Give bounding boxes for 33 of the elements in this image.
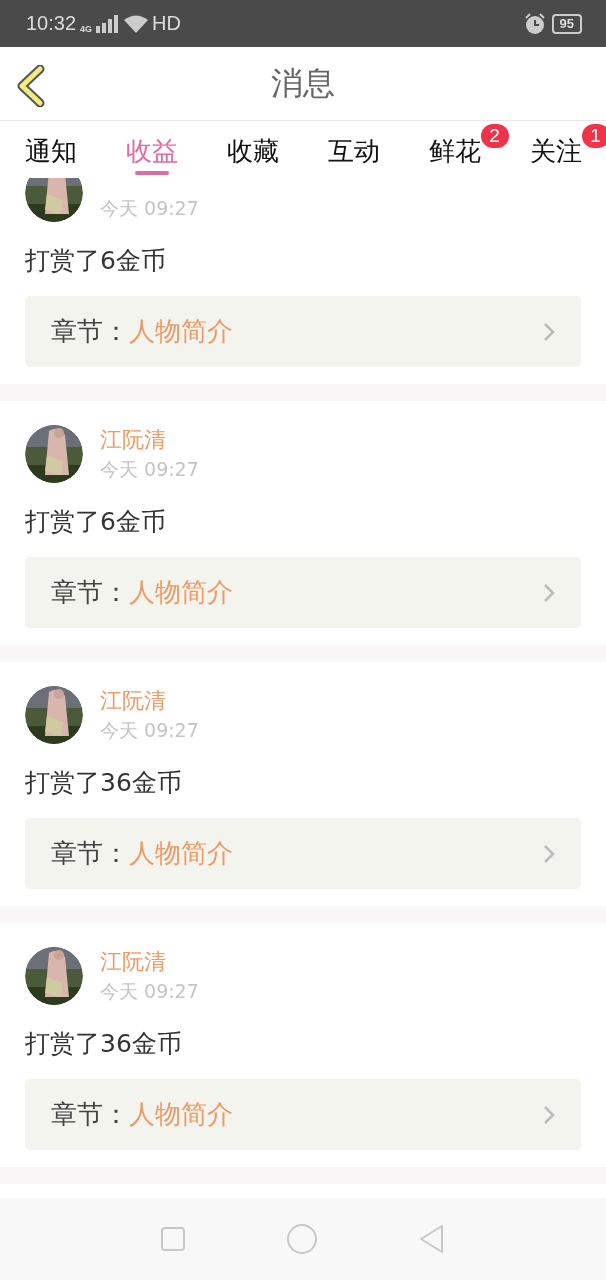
reward-text: 打赏了6金币 — [25, 506, 167, 538]
message-time: 今天 09:27 — [100, 457, 199, 482]
chapter-link[interactable]: 章节：人物简介 — [25, 1079, 581, 1150]
chapter-link[interactable]: 章节：人物简介 — [25, 296, 581, 367]
chapter-link[interactable]: 章节：人物简介 — [25, 818, 581, 889]
message-time: 今天 09:27 — [100, 718, 199, 743]
count-badge: 1 — [581, 124, 606, 148]
home-button[interactable] — [286, 1223, 318, 1255]
back-nav-button[interactable] — [418, 1224, 446, 1254]
clock-time: 10:32 — [26, 12, 77, 35]
tab-underline — [134, 171, 169, 175]
wifi-icon — [124, 14, 149, 33]
network-type: 4G — [80, 24, 93, 34]
page-title: 消息 — [271, 62, 335, 104]
signal-icon — [96, 14, 121, 33]
message-time: 今天 09:27 — [100, 979, 199, 1004]
tab[interactable]: 互动 — [303, 121, 404, 178]
recent-apps-button[interactable] — [160, 1226, 186, 1252]
battery-indicator: 95 — [551, 13, 582, 34]
chapter-link[interactable]: 章节：人物简介 — [25, 557, 581, 628]
chevron-right-icon — [543, 1104, 555, 1125]
alarm-icon — [523, 12, 546, 35]
reward-text: 打赏了36金币 — [25, 1028, 183, 1060]
hd-label: HD — [152, 12, 181, 35]
chevron-right-icon — [543, 843, 555, 864]
chevron-right-icon — [543, 582, 555, 603]
tab[interactable]: 收藏 — [202, 121, 303, 178]
message-time: 今天 09:27 — [100, 196, 199, 221]
tab[interactable]: 通知 — [0, 121, 101, 178]
reward-text: 打赏了6金币 — [25, 245, 167, 277]
chevron-right-icon — [543, 321, 555, 342]
reward-text: 打赏了36金币 — [25, 767, 183, 799]
count-badge: 2 — [480, 124, 509, 148]
